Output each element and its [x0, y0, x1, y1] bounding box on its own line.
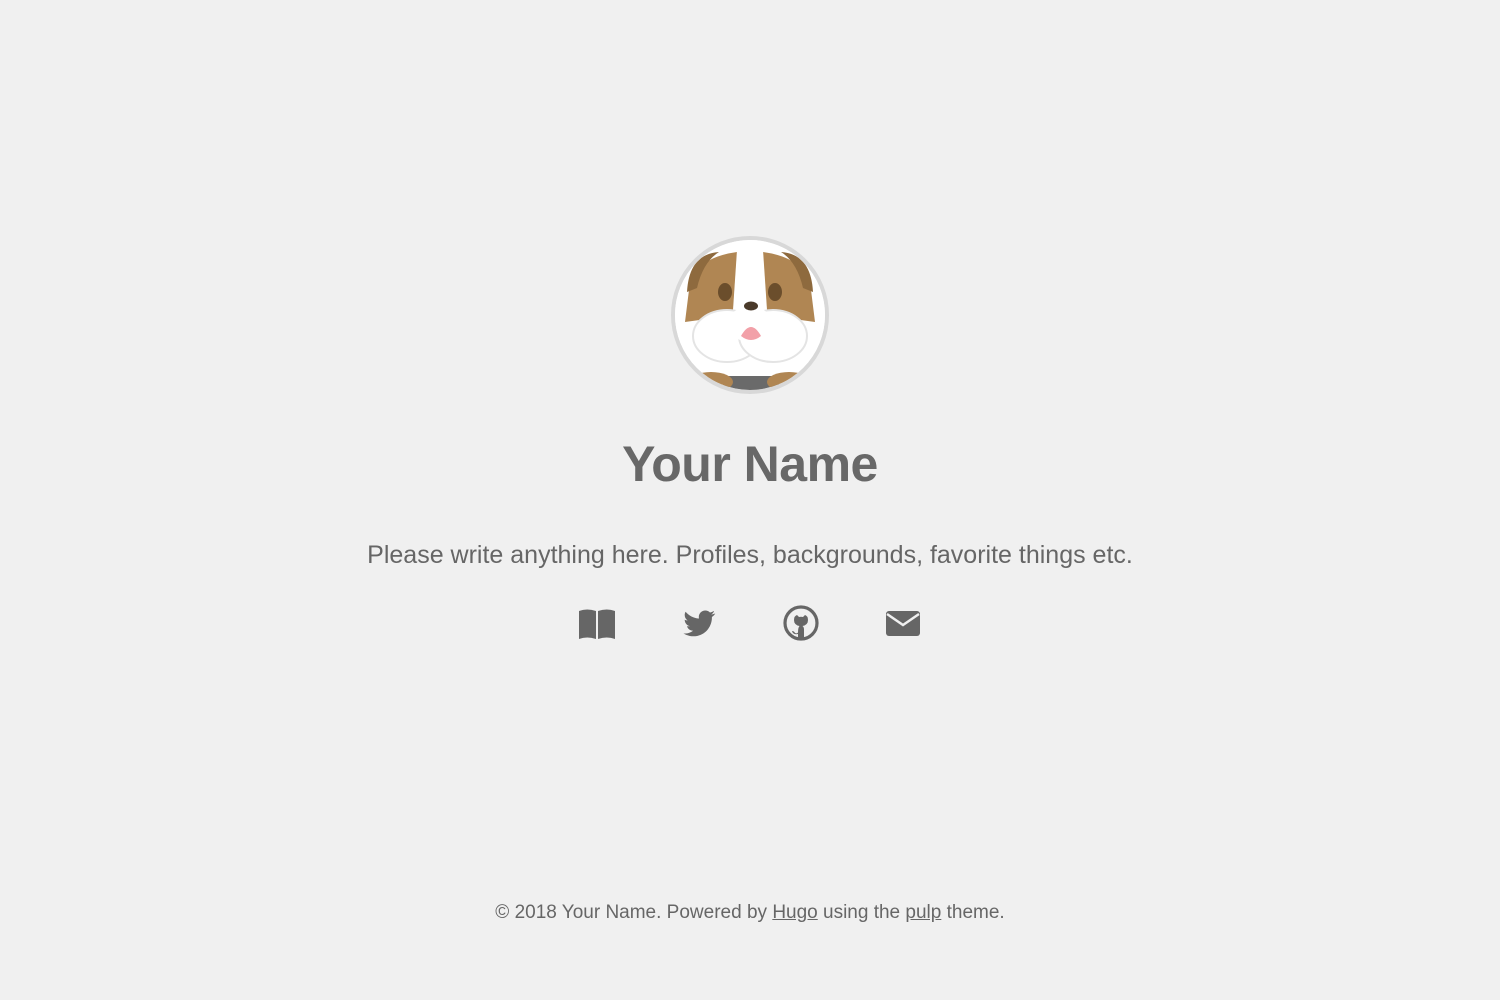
footer-prefix: © 2018 Your Name. Powered by — [495, 902, 773, 923]
github-icon — [783, 605, 819, 641]
mail-icon — [886, 611, 920, 636]
book-icon — [579, 609, 615, 639]
footer-middle: using the — [817, 902, 906, 923]
github-link[interactable] — [781, 603, 821, 643]
blog-link[interactable] — [577, 603, 617, 643]
profile-name: Your Name — [622, 436, 878, 492]
bulldog-avatar-image — [675, 240, 825, 390]
page: Your Name Please write anything here. Pr… — [0, 0, 1500, 1000]
twitter-link[interactable] — [679, 603, 719, 643]
footer-suffix: theme. — [941, 902, 1005, 923]
avatar — [671, 236, 829, 394]
hugo-link[interactable]: Hugo — [772, 902, 817, 923]
email-link[interactable] — [883, 603, 923, 643]
footer: © 2018 Your Name. Powered by Hugo using … — [0, 899, 1500, 927]
profile-bio: Please write anything here. Profiles, ba… — [367, 541, 1133, 569]
twitter-icon — [683, 610, 716, 637]
social-links — [0, 603, 1500, 643]
pulp-theme-link[interactable]: pulp — [905, 902, 941, 923]
